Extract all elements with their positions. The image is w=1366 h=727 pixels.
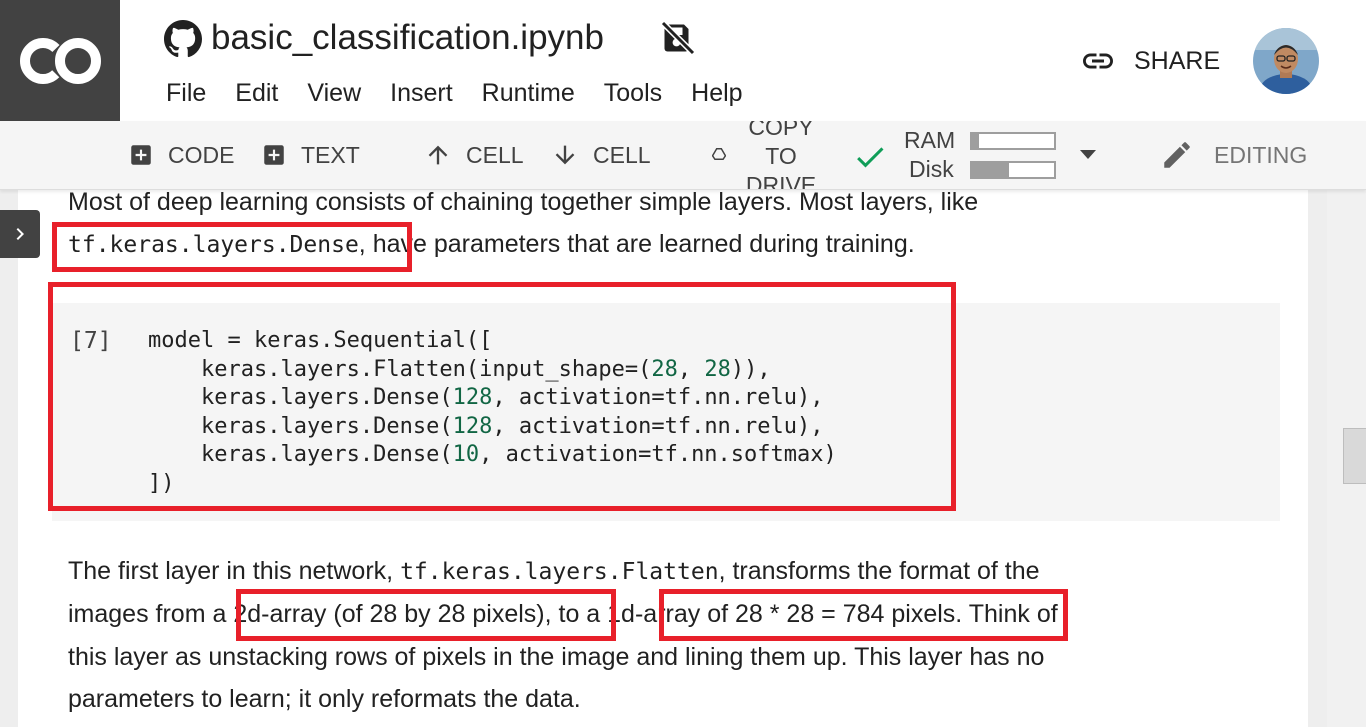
sidebar-toggle-button[interactable] bbox=[0, 210, 40, 258]
number-literal: 28 bbox=[651, 356, 678, 382]
code-line: keras.layers.Flatten(input_shape=(28, 28… bbox=[148, 356, 771, 382]
menu-insert[interactable]: Insert bbox=[390, 76, 453, 110]
disk-meter-fill bbox=[972, 163, 1009, 177]
copy-to-drive-button[interactable]: COPY TO DRIVE bbox=[706, 121, 826, 189]
check-icon bbox=[857, 147, 884, 168]
move-cell-up-button[interactable]: CELL bbox=[424, 121, 524, 189]
avatar-photo-icon bbox=[1253, 28, 1319, 94]
add-text-label: TEXT bbox=[301, 141, 360, 168]
add-code-button[interactable]: CODE bbox=[128, 121, 234, 189]
editing-mode-button[interactable]: EDITING bbox=[1160, 121, 1307, 189]
user-avatar[interactable] bbox=[1253, 28, 1319, 94]
number-literal: 10 bbox=[452, 442, 480, 467]
highlighted-text: 1d-array of 28 * 28 = 784 pixels bbox=[607, 600, 956, 628]
ram-label: RAM bbox=[904, 127, 956, 153]
code-editor[interactable]: model = keras.Sequential([ keras.layers.… bbox=[148, 327, 837, 498]
notebook-title[interactable]: basic_classification.ipynb bbox=[211, 14, 604, 62]
text-run: , have parameters that are learned durin… bbox=[358, 230, 915, 258]
dropdown-arrow-icon[interactable] bbox=[1078, 147, 1098, 161]
number-literal: 128 bbox=[452, 413, 493, 439]
link-icon bbox=[1083, 53, 1113, 69]
chevron-right-icon bbox=[16, 228, 24, 240]
add-code-label: CODE bbox=[168, 141, 235, 168]
code-line: ]) bbox=[148, 470, 175, 496]
share-label: SHARE bbox=[1134, 46, 1221, 75]
arrow-up-icon bbox=[428, 145, 448, 165]
execution-count[interactable]: [7] bbox=[70, 327, 112, 356]
pencil-icon bbox=[1164, 142, 1190, 168]
ram-meter bbox=[970, 132, 1056, 150]
text-run: The first layer in this network, bbox=[68, 557, 401, 585]
text-cell-line: The first layer in this network, tf.kera… bbox=[68, 556, 1040, 587]
text-cell-line: Most of deep learning consists of chaini… bbox=[68, 188, 979, 216]
add-box-icon bbox=[131, 145, 151, 165]
highlighted-text: 2d-array (of 28 by 28 pixels) bbox=[233, 600, 545, 628]
text-run: images from a bbox=[68, 600, 234, 628]
text-cell-line: tf.keras.layers.Dense, have parameters t… bbox=[68, 229, 915, 260]
disk-meter bbox=[970, 161, 1056, 179]
ram-meter-fill bbox=[972, 134, 979, 148]
colab-logo-icon bbox=[19, 38, 101, 84]
number-literal: 28 bbox=[704, 356, 731, 382]
move-cell-down-button[interactable]: CELL bbox=[551, 121, 651, 189]
editing-label: EDITING bbox=[1214, 141, 1308, 168]
text-cell-line: parameters to learn; it only reformats t… bbox=[68, 685, 581, 713]
menu-bar: File Edit View Insert Runtime Tools Help bbox=[166, 76, 772, 110]
code-line: keras.layers.Dense(128, activation=tf.nn… bbox=[148, 385, 824, 410]
text-run: . Think of bbox=[955, 600, 1058, 628]
github-icon[interactable] bbox=[164, 20, 202, 58]
toolbar: CODE TEXT CELL CELL COPY TO DRIVE RAM Di… bbox=[0, 121, 1366, 190]
code-line: keras.layers.Dense(10, activation=tf.nn.… bbox=[148, 442, 837, 467]
menu-edit[interactable]: Edit bbox=[235, 76, 278, 110]
text-cell-line: images from a 2d-array (of 28 by 28 pixe… bbox=[68, 599, 1058, 629]
text-run: , transforms the format of the bbox=[718, 557, 1040, 585]
menu-view[interactable]: View bbox=[307, 76, 361, 110]
arrow-down-icon bbox=[555, 145, 575, 165]
colab-logo[interactable] bbox=[0, 0, 120, 121]
drive-icon bbox=[712, 148, 726, 160]
menu-help[interactable]: Help bbox=[691, 76, 742, 110]
code-line: keras.layers.Dense(128, activation=tf.nn… bbox=[148, 413, 824, 439]
inline-code: tf.keras.layers.Flatten bbox=[400, 559, 719, 585]
menu-tools[interactable]: Tools bbox=[604, 76, 662, 110]
code-line: model = keras.Sequential([ bbox=[148, 328, 493, 353]
cell-down-label: CELL bbox=[593, 141, 651, 168]
inline-code: tf.keras.layers.Dense bbox=[68, 232, 359, 258]
scrollbar-thumb[interactable] bbox=[1343, 428, 1366, 484]
add-box-icon bbox=[264, 145, 284, 165]
cell-up-label: CELL bbox=[466, 141, 524, 168]
text-run: , to a bbox=[544, 600, 608, 628]
no-save-icon[interactable] bbox=[660, 20, 696, 56]
number-literal: 128 bbox=[452, 385, 493, 410]
disk-label: Disk bbox=[909, 156, 954, 182]
menu-runtime[interactable]: Runtime bbox=[482, 76, 575, 110]
share-button[interactable]: SHARE bbox=[1080, 42, 1220, 80]
add-text-button[interactable]: TEXT bbox=[261, 121, 360, 189]
menu-file[interactable]: File bbox=[166, 76, 206, 110]
text-cell-line: this layer as unstacking rows of pixels … bbox=[68, 643, 1045, 671]
header: basic_classification.ipynb File Edit Vie… bbox=[0, 0, 1366, 121]
